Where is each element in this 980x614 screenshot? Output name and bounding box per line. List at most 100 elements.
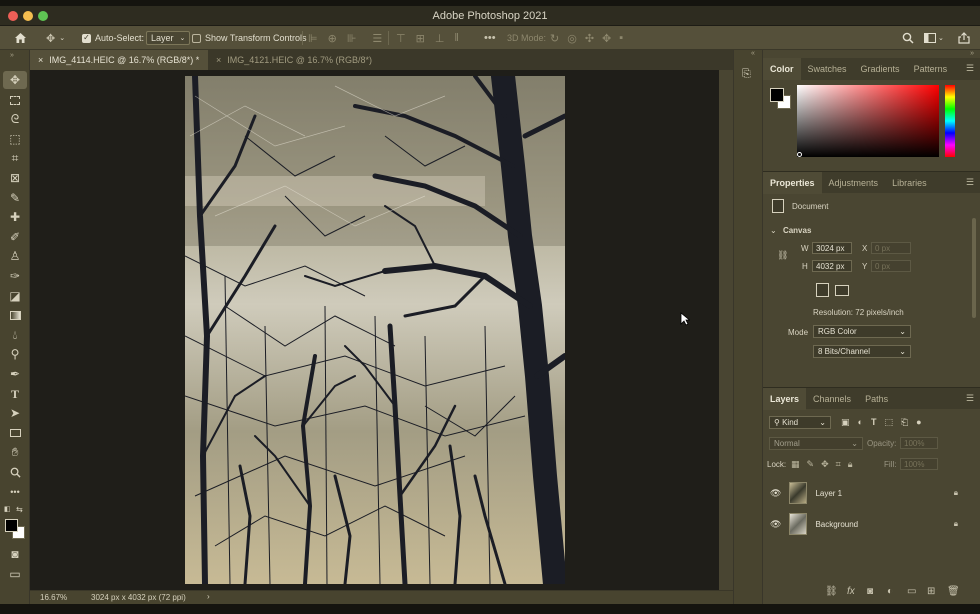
align-top-icon[interactable]: ⊤	[396, 32, 406, 45]
close-tab-icon[interactable]: ×	[38, 55, 43, 65]
landscape-orientation-icon[interactable]	[835, 285, 849, 296]
foreground-color-swatch[interactable]	[5, 519, 18, 532]
tab-img-4121[interactable]: × IMG_4121.HEIC @ 16.7% (RGB/8*)	[208, 50, 398, 70]
new-layer-icon[interactable]: ⊞	[927, 586, 935, 597]
share-button[interactable]	[958, 26, 970, 50]
crop-tool[interactable]: ⌗	[3, 149, 27, 167]
tab-layers[interactable]: Layers	[763, 387, 807, 410]
link-dimensions-icon[interactable]: ⛓	[777, 250, 788, 261]
clone-stamp-tool[interactable]: ♙	[3, 247, 27, 265]
adjustment-layer-icon[interactable]: ◐	[887, 586, 893, 597]
panel-menu-icon[interactable]: ☰	[966, 393, 974, 404]
blur-tool[interactable]: 💧︎	[3, 326, 27, 344]
auto-select-checkbox[interactable]: ✓ Auto-Select:	[82, 26, 144, 50]
tab-channels[interactable]: Channels	[806, 388, 858, 410]
properties-scrollbar[interactable]	[972, 218, 976, 318]
home-button[interactable]	[14, 26, 27, 50]
marquee-tool[interactable]	[3, 91, 27, 109]
align-middle-icon[interactable]: ⊞	[416, 32, 425, 45]
pixel-layer-filter-icon[interactable]: ▣	[841, 417, 850, 428]
eyedropper-tool[interactable]: ✎	[3, 189, 27, 207]
gradient-tool[interactable]	[3, 306, 27, 324]
path-selection-tool[interactable]: ➤	[3, 404, 27, 422]
bit-depth-dropdown[interactable]: 8 Bits/Channel ⌄	[813, 345, 911, 358]
tab-adjustments[interactable]: Adjustments	[822, 172, 886, 194]
new-group-icon[interactable]: ▭	[907, 586, 916, 597]
quick-mask-button[interactable]: ◙	[3, 545, 27, 563]
filter-toggle-icon[interactable]: ●	[916, 417, 921, 428]
history-brush-tool[interactable]: ✑	[3, 267, 27, 285]
opacity-field[interactable]: 100%	[900, 437, 938, 449]
canvas-vertical-scrollbar[interactable]	[719, 70, 733, 590]
frame-tool[interactable]: ⊠	[3, 169, 27, 187]
delete-layer-icon[interactable]: 🗑︎	[947, 586, 960, 597]
panel-menu-icon[interactable]: ☰	[966, 177, 974, 188]
color-saturation-field[interactable]	[797, 85, 939, 157]
auto-select-target-dropdown[interactable]: Layer ⌄	[146, 31, 191, 45]
lock-image-icon[interactable]: ✎	[807, 459, 815, 470]
align-right-icon[interactable]: ⊪	[347, 32, 357, 45]
history-panel-icon[interactable]: ⎘	[742, 68, 751, 81]
3d-roll-icon[interactable]: ◎	[567, 32, 577, 45]
color-picker-marker[interactable]	[797, 152, 802, 157]
search-button[interactable]	[902, 26, 914, 50]
eraser-tool[interactable]: ◪	[3, 287, 27, 305]
3d-scale-icon[interactable]: ▪	[619, 32, 623, 44]
canvas-section-toggle[interactable]: ⌄ Canvas	[770, 226, 811, 235]
tab-patterns[interactable]: Patterns	[907, 58, 955, 80]
brush-tool[interactable]: ✐	[3, 228, 27, 246]
layer-row[interactable]: 👁︎ Background 🔒︎	[763, 509, 980, 539]
tab-libraries[interactable]: Libraries	[885, 172, 934, 194]
add-mask-icon[interactable]: ◙	[867, 586, 873, 597]
align-center-icon[interactable]: ⊕	[328, 32, 337, 45]
tab-img-4114[interactable]: × IMG_4114.HEIC @ 16.7% (RGB/8*) *	[30, 50, 208, 70]
hand-tool[interactable]: ✋︎	[3, 443, 27, 461]
canvas-area[interactable]	[30, 70, 733, 590]
layer-filter-dropdown[interactable]: ⚲ Kind ⌄	[769, 416, 831, 429]
layer-row[interactable]: 👁︎ Layer 1 🔒︎	[763, 478, 980, 508]
default-colors-icon[interactable]: ◧	[4, 505, 11, 513]
adjustment-layer-filter-icon[interactable]: ◐	[858, 417, 863, 428]
fill-field[interactable]: 100%	[900, 458, 938, 470]
lock-transparent-icon[interactable]: ▦	[791, 459, 800, 470]
tab-color[interactable]: Color	[763, 58, 801, 80]
shape-layer-filter-icon[interactable]: ⬚	[884, 417, 893, 428]
width-field[interactable]: 3024 px	[812, 242, 852, 254]
move-tool-preset[interactable]: ✥ ⌄	[46, 26, 65, 50]
smart-object-filter-icon[interactable]: ⎗	[901, 417, 908, 428]
lasso-tool[interactable]: ᘓ	[3, 110, 27, 128]
fx-icon[interactable]: fx	[847, 586, 855, 597]
link-layers-icon[interactable]: ⛓	[825, 586, 838, 597]
3d-slide-icon[interactable]: ✥	[602, 32, 611, 45]
height-field[interactable]: 4032 px	[812, 260, 852, 272]
collapse-dock-icon[interactable]: «	[751, 50, 755, 57]
collapse-panels-icon[interactable]: »	[970, 50, 974, 57]
y-field[interactable]: 0 px	[871, 260, 911, 272]
tab-paths[interactable]: Paths	[858, 388, 895, 410]
type-tool[interactable]: T	[3, 385, 27, 403]
rectangle-tool[interactable]	[3, 424, 27, 442]
3d-pan-icon[interactable]: ✣	[585, 32, 594, 45]
tab-properties[interactable]: Properties	[763, 171, 822, 194]
zoom-tool[interactable]	[3, 463, 27, 481]
align-bottom-icon[interactable]: ⊥	[435, 32, 445, 45]
document-image[interactable]	[185, 76, 565, 584]
object-selection-tool[interactable]: ⬚	[3, 130, 27, 148]
distribute-icon[interactable]: ☰	[372, 32, 382, 45]
color-panel-foreground-swatch[interactable]	[770, 88, 784, 102]
dodge-tool[interactable]: ⚲	[3, 345, 27, 363]
healing-brush-tool[interactable]: ✚	[3, 208, 27, 226]
lock-position-icon[interactable]: ✥	[821, 459, 829, 470]
eye-icon[interactable]: 👁︎	[770, 519, 781, 530]
pen-tool[interactable]: ✒	[3, 365, 27, 383]
hue-slider[interactable]	[945, 85, 955, 157]
color-mode-dropdown[interactable]: RGB Color ⌄	[813, 325, 911, 338]
tab-swatches[interactable]: Swatches	[801, 58, 854, 80]
lock-artboard-icon[interactable]: ⌗	[836, 459, 841, 470]
show-transform-controls-checkbox[interactable]: Show Transform Controls	[192, 26, 307, 50]
tab-gradients[interactable]: Gradients	[854, 58, 907, 80]
lock-all-icon[interactable]: 🔒︎	[848, 459, 853, 470]
screen-mode-button[interactable]: ▭	[3, 565, 27, 583]
blend-mode-dropdown[interactable]: Normal ⌄	[769, 437, 863, 450]
3d-orbit-icon[interactable]: ↻	[550, 32, 559, 45]
